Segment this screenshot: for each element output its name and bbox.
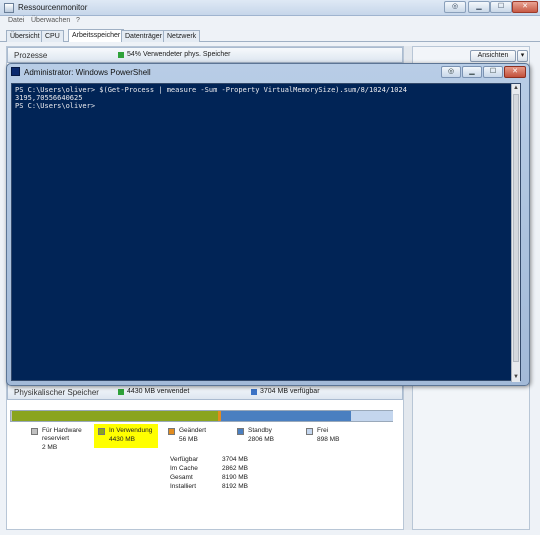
scroll-up-arrow-icon[interactable]: ▲ — [512, 84, 520, 93]
legend-in-use: In Verwendung 4430 MB — [98, 427, 156, 447]
standby-swatch — [237, 428, 244, 435]
console-line-prompt: PS C:\Users\oliver> — [15, 102, 96, 110]
close-button[interactable]: ✕ — [512, 1, 538, 13]
console-scrollbar[interactable]: ▲ ▼ — [511, 84, 520, 382]
physical-memory-header-title: Physikalischer Speicher — [14, 388, 99, 397]
stat-cached-label: Im Cache — [170, 465, 198, 472]
menu-help[interactable]: ? — [76, 17, 80, 24]
modified-label: Geändert — [179, 427, 207, 434]
ps-close-button[interactable]: ✕ — [504, 66, 526, 78]
memory-bar-in-use-segment — [12, 411, 219, 421]
powershell-window[interactable]: Administrator: Windows PowerShell ◎ ▁ ☐ … — [6, 63, 530, 386]
tab-cpu[interactable]: CPU — [41, 30, 64, 42]
resmon-tab-bar: Übersicht CPU Arbeitsspeicher Datenträge… — [0, 28, 540, 43]
stat-available-label: Verfügbar — [170, 456, 199, 463]
available-legend-icon — [251, 389, 257, 395]
stat-installed-label: Installiert — [170, 483, 197, 490]
stat-total-label: Gesamt — [170, 474, 193, 481]
memory-bar-standby-segment — [220, 411, 352, 421]
processes-header-title: Prozesse — [14, 51, 48, 60]
console-scroll-thumb[interactable] — [513, 94, 519, 362]
free-value: 898 MB — [317, 436, 340, 443]
ps-maximize-button[interactable]: ☐ — [483, 66, 503, 78]
hardware-swatch — [31, 428, 38, 435]
powershell-icon — [11, 67, 20, 76]
processes-section-header[interactable]: Prozesse 54% Verwendeter phys. Speicher — [7, 47, 403, 63]
legend-modified: Geändert 56 MB — [168, 427, 223, 447]
resmon-title-bar[interactable]: Ressourcenmonitor ◎ ▁ ☐ ✕ — [0, 0, 540, 16]
console-line-output: 3195,70556640625 — [15, 94, 83, 102]
maximize-button[interactable]: ☐ — [490, 1, 512, 13]
scroll-down-arrow-icon[interactable]: ▼ — [512, 373, 520, 382]
powershell-title-bar[interactable]: Administrator: Windows PowerShell — [11, 67, 151, 81]
in-use-swatch — [98, 428, 105, 435]
minimize-button[interactable]: ▁ — [468, 1, 490, 13]
stat-total-value: 8190 MB — [222, 474, 249, 481]
tab-disk[interactable]: Datenträger — [121, 30, 166, 42]
in-use-legend-icon — [118, 389, 124, 395]
legend-free: Frei 898 MB — [306, 427, 356, 447]
modified-value: 56 MB — [179, 436, 198, 443]
stat-installed-value: 8192 MB — [222, 483, 249, 490]
ps-minimize-button[interactable]: ▁ — [462, 66, 482, 78]
views-button[interactable]: Ansichten — [470, 50, 516, 62]
standby-label: Standby — [248, 427, 272, 434]
menu-monitor[interactable]: Überwachen — [31, 17, 70, 24]
in-use-value: 4430 MB — [109, 436, 136, 443]
hardware-label-line1: Für Hardware — [42, 427, 82, 434]
console-line-command: PS C:\Users\oliver> $(Get-Process | meas… — [15, 86, 407, 94]
modified-swatch — [168, 428, 175, 435]
hardware-label-line2: reserviert — [42, 435, 70, 442]
powershell-title: Administrator: Windows PowerShell — [24, 68, 151, 77]
tab-network[interactable]: Netzwerk — [163, 30, 201, 42]
tab-overview[interactable]: Übersicht — [6, 30, 44, 42]
stat-cached-value: 2862 MB — [222, 465, 249, 472]
resmon-app-icon — [4, 3, 14, 13]
legend-hardware-reserved: Für Hardware reserviert 2 MB — [31, 427, 91, 453]
standby-value: 2806 MB — [248, 436, 275, 443]
stat-available-value: 3704 MB — [222, 456, 249, 463]
physical-memory-bar — [10, 410, 393, 422]
free-swatch — [306, 428, 313, 435]
physical-memory-section-header[interactable]: Physikalischer Speicher 4430 MB verwende… — [7, 384, 403, 400]
tab-memory[interactable]: Arbeitsspeicher — [68, 29, 125, 43]
toggle-view-icon[interactable]: ◎ — [444, 1, 466, 13]
physical-memory-in-use: 4430 MB verwendet — [127, 388, 190, 395]
hardware-value: 2 MB — [42, 444, 58, 451]
memory-bar-free-segment — [351, 411, 393, 421]
powershell-console[interactable]: PS C:\Users\oliver> $(Get-Process | meas… — [11, 83, 521, 382]
legend-standby: Standby 2806 MB — [237, 427, 292, 447]
views-dropdown-icon[interactable]: ▾ — [517, 50, 528, 62]
processes-memory-stat: 54% Verwendeter phys. Speicher — [127, 51, 231, 58]
physical-memory-available: 3704 MB verfügbar — [260, 388, 320, 395]
resmon-window-title: Ressourcenmonitor — [18, 3, 88, 12]
menu-file[interactable]: Datei — [8, 17, 24, 24]
used-memory-legend-icon — [118, 52, 124, 58]
ps-toggle-view-icon[interactable]: ◎ — [441, 66, 461, 78]
free-label: Frei — [317, 427, 329, 434]
in-use-label: In Verwendung — [109, 427, 153, 434]
resmon-menu-bar: Datei Überwachen ? — [0, 16, 540, 28]
